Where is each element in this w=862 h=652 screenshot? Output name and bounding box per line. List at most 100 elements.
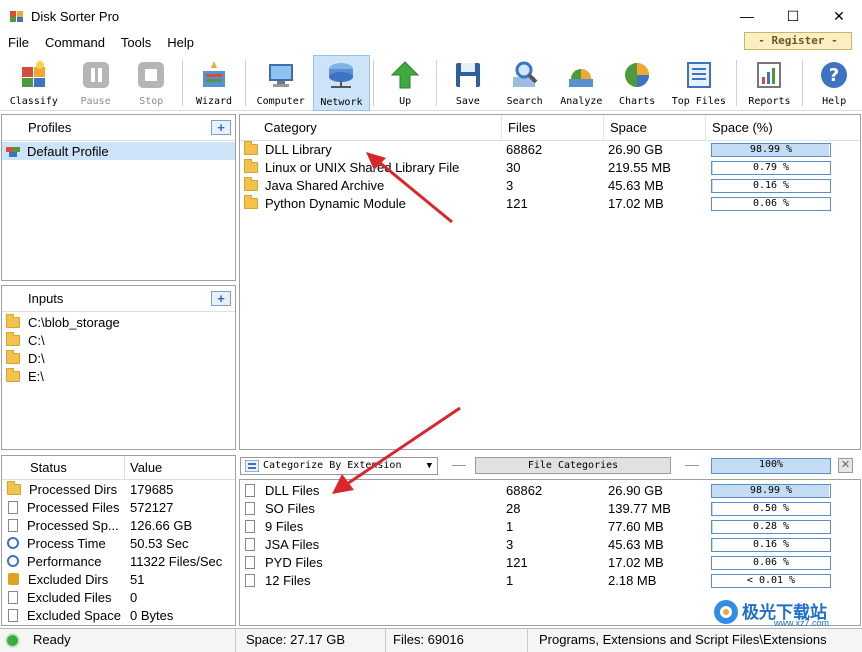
top-files-button[interactable]: Top Files (665, 55, 733, 111)
charts-button[interactable]: Charts (609, 55, 665, 111)
toolbar-separator (182, 60, 184, 106)
status-value: 0 Bytes (130, 607, 174, 623)
folder-icon (244, 159, 258, 173)
status-label: Performance (27, 553, 102, 569)
status-value: 50.53 Sec (130, 535, 189, 551)
menu-help[interactable]: Help (159, 32, 202, 54)
network-button[interactable]: Network (312, 55, 371, 111)
table-row[interactable]: JSA Files 3 45.63 MB 0.16 % (240, 536, 860, 554)
reports-icon (757, 62, 782, 88)
add-input-button[interactable]: + (211, 291, 231, 306)
space-pct-label: 0.16 % (752, 539, 790, 550)
folder-icon (7, 480, 21, 495)
title-bar: Disk Sorter Pro — ☐ ✕ (0, 0, 862, 32)
wizard-button[interactable]: Wizard (186, 55, 242, 111)
space-pct-label: 0.06 % (752, 557, 790, 568)
status-row: Excluded Space 0 Bytes (2, 606, 235, 624)
analyze-icon (569, 69, 594, 87)
menu-file[interactable]: File (0, 32, 37, 54)
divider (685, 465, 699, 466)
input-item[interactable]: C:\ (2, 331, 235, 349)
row-space: 17.02 MB (608, 555, 664, 570)
space-pct-bar: < 0.01 % (711, 574, 831, 588)
row-files: 1 (506, 519, 514, 534)
input-item[interactable]: C:\blob_storage (2, 313, 235, 331)
space-pct-bar: 98.99 % (711, 143, 831, 157)
file-categories-button[interactable]: File Categories (475, 457, 671, 474)
space-pct-label: 0.28 % (752, 521, 790, 532)
stop-button[interactable]: Stop (123, 55, 179, 111)
space-pct-label: < 0.01 % (746, 575, 796, 586)
row-space: 2.18 MB (608, 573, 657, 588)
top-files-icon (686, 62, 711, 88)
wizard-icon (203, 61, 225, 87)
inputs-panel: Inputs + C:\blob_storage C:\ D:\ E:\ (1, 285, 236, 450)
file-icon (245, 502, 255, 515)
search-icon (512, 61, 538, 87)
table-row[interactable]: SO Files 28 139.77 MB 0.50 % (240, 500, 860, 518)
folder-icon (244, 177, 258, 191)
file-icon (245, 574, 255, 587)
classify-button[interactable]: Classify (0, 55, 68, 111)
lock-icon (8, 573, 19, 585)
search-button[interactable]: Search (496, 55, 554, 111)
row-name: 12 Files (265, 573, 311, 588)
stop-icon (138, 62, 165, 88)
reports-button[interactable]: Reports (740, 55, 800, 111)
status-row: Excluded Dirs 51 (2, 570, 235, 588)
row-space: 77.60 MB (608, 519, 664, 534)
input-item[interactable]: E:\ (2, 367, 235, 385)
categories-panel: Category Files Space Space (%) DLL Libra… (239, 114, 861, 450)
row-space: 17.02 MB (608, 196, 664, 211)
table-row[interactable]: 12 Files 1 2.18 MB < 0.01 % (240, 572, 860, 590)
watermark-url: www.xz7.com (774, 618, 830, 628)
menu-tools[interactable]: Tools (113, 32, 159, 54)
table-row[interactable]: Java Shared Archive 3 45.63 MB 0.16 % (240, 177, 860, 195)
status-bar: Ready Space: 27.17 GB Files: 69016 Progr… (0, 628, 862, 652)
network-icon (329, 63, 354, 88)
add-profile-button[interactable]: + (211, 120, 231, 135)
close-button[interactable]: ✕ (816, 0, 862, 32)
computer-icon (268, 64, 293, 87)
close-pane-button[interactable]: ✕ (838, 458, 853, 473)
save-button[interactable]: Save (440, 55, 496, 111)
space-pct-bar: 0.28 % (711, 520, 831, 534)
pause-button[interactable]: Pause (68, 55, 124, 111)
table-row[interactable]: Linux or UNIX Shared Library File 30 219.5… (240, 159, 860, 177)
space-pct-col-header[interactable]: Space (%) (706, 115, 836, 141)
space-pct-label: 0.16 % (752, 180, 790, 191)
table-row[interactable]: Python Dynamic Module 121 17.02 MB 0.06 % (240, 195, 860, 213)
ready-indicator-icon (5, 633, 20, 648)
input-item[interactable]: D:\ (2, 349, 235, 367)
clock-icon (7, 537, 19, 549)
help-button[interactable]: ? Help (806, 55, 862, 111)
analyze-button[interactable]: Analyze (553, 55, 609, 111)
computer-button[interactable]: Computer (249, 55, 313, 111)
status-space: Space: 27.17 GB (236, 629, 386, 652)
maximize-button[interactable]: ☐ (770, 0, 816, 32)
status-value: 179685 (130, 481, 174, 497)
table-row[interactable]: PYD Files 121 17.02 MB 0.06 % (240, 554, 860, 572)
files-col-header[interactable]: Files (502, 115, 604, 141)
profiles-header: Profiles (28, 120, 72, 135)
table-row[interactable]: 9 Files 1 77.60 MB 0.28 % (240, 518, 860, 536)
row-files: 68862 (506, 142, 543, 157)
save-icon (455, 63, 480, 87)
up-button[interactable]: Up (377, 55, 433, 111)
row-space: 219.55 MB (608, 160, 671, 175)
value-col-header: Value (130, 460, 163, 475)
space-pct-label: 0.50 % (752, 503, 790, 514)
performance-icon (7, 555, 19, 567)
profile-item[interactable]: Default Profile (2, 142, 235, 160)
register-button[interactable]: - Register - (744, 32, 852, 50)
table-row[interactable]: DLL Library 68862 26.90 GB 98.99 % (240, 141, 860, 159)
status-label: Processed Sp... (27, 517, 119, 533)
category-col-header[interactable]: Category (258, 115, 502, 141)
status-label: Process Time (27, 535, 106, 551)
window-title: Disk Sorter Pro (31, 8, 120, 24)
minimize-button[interactable]: — (724, 0, 770, 32)
pause-icon (82, 62, 109, 88)
status-row: Processed Files 572127 (2, 498, 235, 516)
menu-command[interactable]: Command (37, 32, 113, 54)
space-col-header[interactable]: Space (604, 115, 706, 141)
